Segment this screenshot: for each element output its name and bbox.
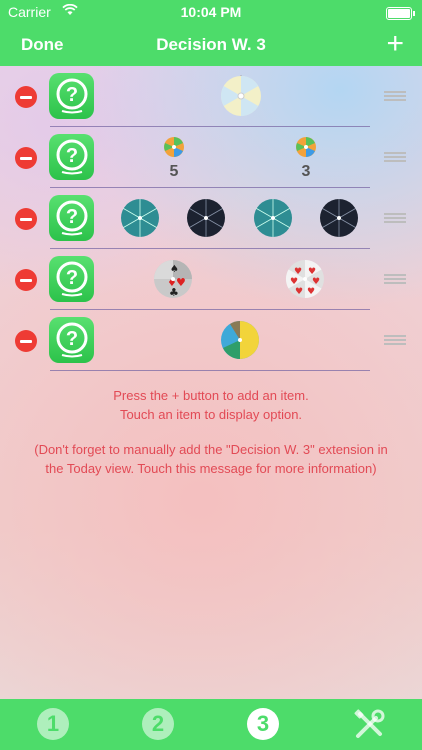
pastel-wheel-icon	[221, 75, 261, 116]
svg-text:♥: ♥	[295, 287, 303, 297]
small-wheel-icon	[164, 137, 184, 157]
delete-button[interactable]	[15, 86, 37, 108]
list-item[interactable]: ?	[0, 66, 422, 127]
status-bar: Carrier 10:04 PM	[0, 0, 422, 26]
card-suits-wheel-icon: ♦ ♥ ♣ ♠	[154, 260, 192, 299]
small-wheel-icon	[296, 137, 316, 157]
extension-line-2: the Today view. Touch this message for m…	[45, 461, 377, 476]
item-preview	[100, 66, 370, 126]
help-line-2: Touch an item to display option.	[119, 407, 303, 422]
extension-info-message[interactable]: (Don't forget to manually add the "Decis…	[10, 440, 412, 478]
tab-2-label: 2	[142, 708, 174, 740]
tools-icon	[354, 709, 385, 738]
question-icon[interactable]: ?	[49, 73, 94, 119]
svg-text:♥: ♥	[294, 267, 302, 277]
list-item[interactable]: ?	[0, 188, 422, 249]
navigation-bar: Done Decision W. 3 +	[0, 26, 422, 66]
svg-text:♥: ♥	[308, 267, 316, 277]
tab-2[interactable]: 2	[142, 708, 176, 742]
svg-text:♣: ♣	[169, 286, 179, 299]
item-preview	[100, 188, 370, 248]
reorder-handle[interactable]	[384, 91, 406, 101]
teal-dial-icon	[254, 199, 292, 237]
question-icon[interactable]: ?	[49, 134, 94, 180]
svg-text:♠: ♠	[170, 264, 179, 275]
reorder-handle[interactable]	[384, 335, 406, 345]
list-item[interactable]: ?	[0, 310, 422, 371]
question-icon[interactable]: ?	[49, 256, 94, 302]
svg-text:?: ?	[66, 145, 78, 167]
tab-3[interactable]: 3	[247, 708, 281, 742]
svg-text:♥: ♥	[290, 277, 298, 287]
item-number: 5	[169, 163, 179, 180]
list-item[interactable]: ? ♦ ♥ ♣ ♠ ♥ ♥ ♥ ♥ ♥ ♥	[0, 249, 422, 310]
svg-text:♥: ♥	[307, 287, 315, 297]
delete-button[interactable]	[15, 147, 37, 169]
reorder-handle[interactable]	[384, 274, 406, 284]
color-wheel-icon	[221, 321, 259, 359]
reorder-handle[interactable]	[384, 213, 406, 223]
status-time: 10:04 PM	[180, 4, 242, 20]
item-preview	[100, 310, 370, 370]
extension-line-1: (Don't forget to manually add the "Decis…	[34, 442, 388, 457]
list-item[interactable]: ? 5 3	[0, 127, 422, 188]
dark-dial-icon	[187, 199, 225, 237]
tab-settings[interactable]	[352, 708, 386, 742]
item-preview: 5 3	[100, 127, 370, 187]
tab-1-label: 1	[37, 708, 69, 740]
question-icon[interactable]: ?	[49, 317, 94, 363]
tab-3-label: 3	[247, 708, 279, 740]
battery-icon	[386, 7, 415, 20]
delete-button[interactable]	[15, 269, 37, 291]
item-list: ? ? 5 3 ? ? ♦ ♥ ♣ ♠ ♥ ♥ ♥ ♥ ♥ ♥ ?	[0, 66, 422, 371]
dark-dial-icon	[320, 199, 358, 237]
reorder-handle[interactable]	[384, 152, 406, 162]
item-number: 3	[301, 163, 311, 180]
svg-text:?: ?	[66, 267, 78, 289]
help-line-1: Press the + button to add an item.	[113, 388, 309, 403]
delete-button[interactable]	[15, 208, 37, 230]
add-button[interactable]: +	[386, 26, 404, 62]
delete-button[interactable]	[15, 330, 37, 352]
help-message: Press the + button to add an item. Touch…	[10, 386, 412, 424]
svg-text:?: ?	[66, 84, 78, 106]
tab-1[interactable]: 1	[37, 708, 71, 742]
svg-text:?: ?	[66, 206, 78, 228]
svg-text:♥: ♥	[312, 277, 320, 287]
svg-text:?: ?	[66, 328, 78, 350]
hearts-wheel-icon: ♥ ♥ ♥ ♥ ♥ ♥	[285, 259, 324, 299]
item-preview: ♦ ♥ ♣ ♠ ♥ ♥ ♥ ♥ ♥ ♥	[100, 249, 370, 309]
question-icon[interactable]: ?	[49, 195, 94, 241]
teal-dial-icon	[121, 199, 159, 237]
done-button[interactable]: Done	[21, 35, 64, 55]
tab-bar: 1 2 3	[0, 699, 422, 750]
